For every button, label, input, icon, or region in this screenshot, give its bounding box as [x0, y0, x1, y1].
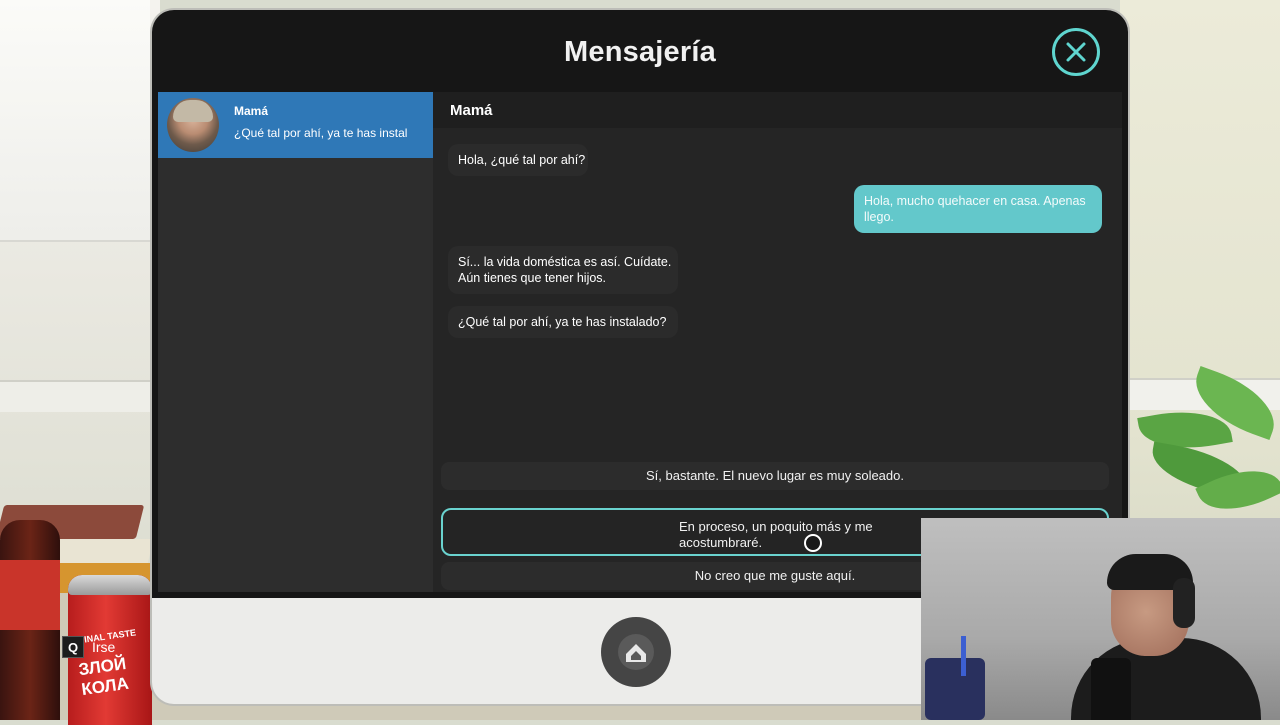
- microphone: [1091, 658, 1131, 720]
- chat-header-name: Mamá: [450, 102, 493, 119]
- contact-item-mama[interactable]: Mamá ¿Qué tal por ahí, ya te has instal: [158, 92, 433, 158]
- messaging-app: Mensajería Mamá ¿Qué tal por ahí, ya te …: [152, 10, 1128, 598]
- title-bar: Mensajería: [152, 10, 1128, 92]
- message-incoming: Sí... la vida doméstica es así. Cuídate.…: [448, 246, 678, 294]
- headphone-icon: [1173, 578, 1195, 628]
- leave-label: Irse: [92, 639, 116, 655]
- close-button[interactable]: [1052, 28, 1100, 76]
- monitor-logo: [601, 617, 671, 687]
- contact-list: Mamá ¿Qué tal por ahí, ya te has instal: [158, 92, 433, 592]
- plant: [1130, 365, 1280, 526]
- brand-logo-icon: [618, 634, 654, 670]
- message-incoming: Hola, ¿qué tal por ahí?: [448, 144, 588, 176]
- mug: [925, 658, 985, 720]
- can-label: ЗЛОЙ КОЛА: [77, 653, 130, 700]
- reply-option[interactable]: Sí, bastante. El nuevo lugar es muy sole…: [441, 462, 1109, 490]
- bottle: [0, 520, 60, 720]
- webcam-overlay: [921, 518, 1280, 720]
- leave-hint[interactable]: Q Irse: [62, 636, 115, 658]
- chat-panel: Mamá Hola, ¿qué tal por ahí? Hola, mucho…: [433, 92, 1122, 592]
- contact-name: Mamá: [234, 104, 269, 118]
- message-outgoing: Hola, mucho quehacer en casa. Apenas lle…: [854, 185, 1102, 233]
- straw: [961, 636, 966, 676]
- close-icon: [1066, 42, 1086, 62]
- avatar: [167, 98, 219, 152]
- reply-option-label: En proceso, un poquito más y me acostumb…: [679, 519, 873, 550]
- lamp-shade: [0, 0, 150, 242]
- chat-header: Mamá: [433, 92, 1122, 128]
- key-q: Q: [62, 636, 84, 658]
- wall-trim: [0, 380, 160, 412]
- app-title: Mensajería: [564, 36, 716, 68]
- mouse-cursor: [804, 534, 822, 552]
- contact-preview: ¿Qué tal por ahí, ya te has instal: [234, 126, 408, 140]
- message-incoming: ¿Qué tal por ahí, ya te has instalado?: [448, 306, 678, 338]
